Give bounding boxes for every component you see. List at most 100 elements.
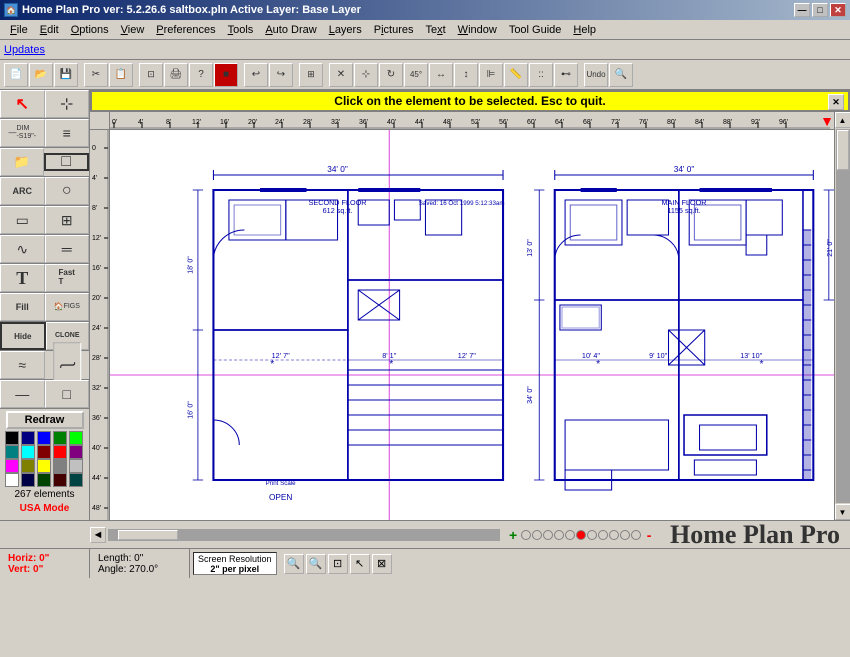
- tool-line2[interactable]: —: [0, 380, 45, 408]
- tb-open[interactable]: 📂: [29, 63, 53, 87]
- tb-print[interactable]: 🖨: [164, 63, 188, 87]
- swatch-13[interactable]: [53, 459, 67, 473]
- tool-double-line[interactable]: ═: [45, 235, 90, 263]
- swatch-14[interactable]: [69, 459, 83, 473]
- tool-grid-tool[interactable]: ⊞: [45, 206, 90, 234]
- swatch-10[interactable]: [5, 459, 19, 473]
- zoom-in-button[interactable]: 🔍: [284, 554, 304, 574]
- swatch-4[interactable]: [69, 431, 83, 445]
- hscroll-thumb[interactable]: [118, 530, 178, 540]
- nav-dot-7[interactable]: [598, 530, 608, 540]
- tool-rect[interactable]: □: [44, 153, 90, 171]
- tool-circle[interactable]: ○: [45, 177, 90, 205]
- menu-file[interactable]: File: [4, 22, 34, 38]
- tb-save[interactable]: 💾: [54, 63, 78, 87]
- swatch-2[interactable]: [37, 431, 51, 445]
- maximize-button[interactable]: □: [812, 3, 828, 17]
- nav-dot-1[interactable]: [532, 530, 542, 540]
- nav-dot-2[interactable]: [543, 530, 553, 540]
- tb-copy[interactable]: 📋: [109, 63, 133, 87]
- menu-options[interactable]: Options: [65, 22, 115, 38]
- nav-dot-0[interactable]: [521, 530, 531, 540]
- nav-dot-3[interactable]: [554, 530, 564, 540]
- nav-dot-8[interactable]: [609, 530, 619, 540]
- nav-dot-10[interactable]: [631, 530, 641, 540]
- minimize-button[interactable]: —: [794, 3, 810, 17]
- tb-ruler[interactable]: 📏: [504, 63, 528, 87]
- zoom-out-button[interactable]: 🔍: [306, 554, 326, 574]
- notification-close-button[interactable]: ✕: [828, 94, 844, 110]
- swatch-19[interactable]: [69, 473, 83, 487]
- tb-flip-v[interactable]: ↕: [454, 63, 478, 87]
- swatch-16[interactable]: [21, 473, 35, 487]
- menu-toolguide[interactable]: Tool Guide: [503, 22, 568, 38]
- tb-align[interactable]: ⊫: [479, 63, 503, 87]
- nav-dot-9[interactable]: [620, 530, 630, 540]
- tb-red-square[interactable]: ■: [214, 63, 238, 87]
- close-button[interactable]: ✕: [830, 3, 846, 17]
- tb-preview[interactable]: ⊡: [139, 63, 163, 87]
- tb-flip-h[interactable]: ↔: [429, 63, 453, 87]
- scroll-left-button[interactable]: ◄: [90, 527, 106, 543]
- tb-new[interactable]: 📄: [4, 63, 28, 87]
- tool-curve[interactable]: ∿: [0, 235, 45, 263]
- menu-autodraw[interactable]: Auto Draw: [259, 22, 322, 38]
- nav-dot-4[interactable]: [565, 530, 575, 540]
- tool-crosshair[interactable]: ⊹: [45, 90, 90, 118]
- tb-move[interactable]: ⊹: [354, 63, 378, 87]
- tb-rotate45[interactable]: 45°: [404, 63, 428, 87]
- tool-select-arrow[interactable]: ↖: [0, 90, 45, 118]
- tb-undo2[interactable]: Undo: [584, 63, 608, 87]
- swatch-8[interactable]: [53, 445, 67, 459]
- right-scrollbar[interactable]: ▲ ▼: [834, 112, 850, 520]
- nav-dot-6[interactable]: [587, 530, 597, 540]
- tb-measure[interactable]: ⊷: [554, 63, 578, 87]
- tool-text[interactable]: T: [0, 264, 45, 292]
- swatch-0[interactable]: [5, 431, 19, 445]
- swatch-6[interactable]: [21, 445, 35, 459]
- tool-hide[interactable]: Hide: [0, 322, 46, 350]
- zoom-custom-button[interactable]: ⊠: [372, 554, 392, 574]
- menu-view[interactable]: View: [115, 22, 151, 38]
- swatch-3[interactable]: [53, 431, 67, 445]
- tool-folder[interactable]: 📁: [0, 148, 44, 176]
- menu-layers[interactable]: Layers: [323, 22, 368, 38]
- menu-preferences[interactable]: Preferences: [150, 22, 221, 38]
- updates-link[interactable]: Updates: [4, 44, 45, 56]
- tb-help[interactable]: ?: [189, 63, 213, 87]
- nav-remove-button[interactable]: -: [642, 528, 656, 542]
- tb-cut[interactable]: ✂: [84, 63, 108, 87]
- swatch-1[interactable]: [21, 431, 35, 445]
- swatch-7[interactable]: [37, 445, 51, 459]
- menu-window[interactable]: Window: [452, 22, 503, 38]
- hscroll-track[interactable]: [108, 529, 500, 541]
- menu-edit[interactable]: Edit: [34, 22, 65, 38]
- swatch-5[interactable]: [5, 445, 19, 459]
- tb-delete[interactable]: ✕: [329, 63, 353, 87]
- tb-select-all[interactable]: ⊞: [299, 63, 323, 87]
- scroll-track[interactable]: [836, 129, 850, 503]
- swatch-9[interactable]: [69, 445, 83, 459]
- swatch-12[interactable]: [37, 459, 51, 473]
- scroll-down-button[interactable]: ▼: [835, 504, 850, 520]
- tool-line[interactable]: ≡: [45, 119, 90, 147]
- drawing-canvas[interactable]: 34' 0" 12' 7" 8' 1" 12' 7" SECOND FLOOR …: [110, 130, 834, 520]
- tool-rect2[interactable]: □: [45, 380, 90, 408]
- nav-dot-5-active[interactable]: [576, 530, 586, 540]
- tb-undo[interactable]: ↩: [244, 63, 268, 87]
- nav-add-button[interactable]: +: [506, 528, 520, 542]
- tool-fast-text[interactable]: FastT: [45, 264, 90, 292]
- tool-figures[interactable]: 🏠FIGS: [45, 293, 90, 321]
- redraw-button[interactable]: Redraw: [6, 411, 84, 429]
- menu-pictures[interactable]: Pictures: [368, 22, 420, 38]
- swatch-18[interactable]: [53, 473, 67, 487]
- tool-dimension[interactable]: —DIM-S19"-: [0, 119, 45, 147]
- tb-rotate[interactable]: ↻: [379, 63, 403, 87]
- tool-squiggle[interactable]: ≈: [0, 351, 45, 379]
- zoom-home-button[interactable]: ↖: [350, 554, 370, 574]
- tool-arc[interactable]: ARC: [0, 177, 45, 205]
- zoom-fit-button[interactable]: ⊡: [328, 554, 348, 574]
- tool-fill[interactable]: Fill: [0, 293, 45, 321]
- menu-help[interactable]: Help: [567, 22, 602, 38]
- tool-wall[interactable]: ▭: [0, 206, 45, 234]
